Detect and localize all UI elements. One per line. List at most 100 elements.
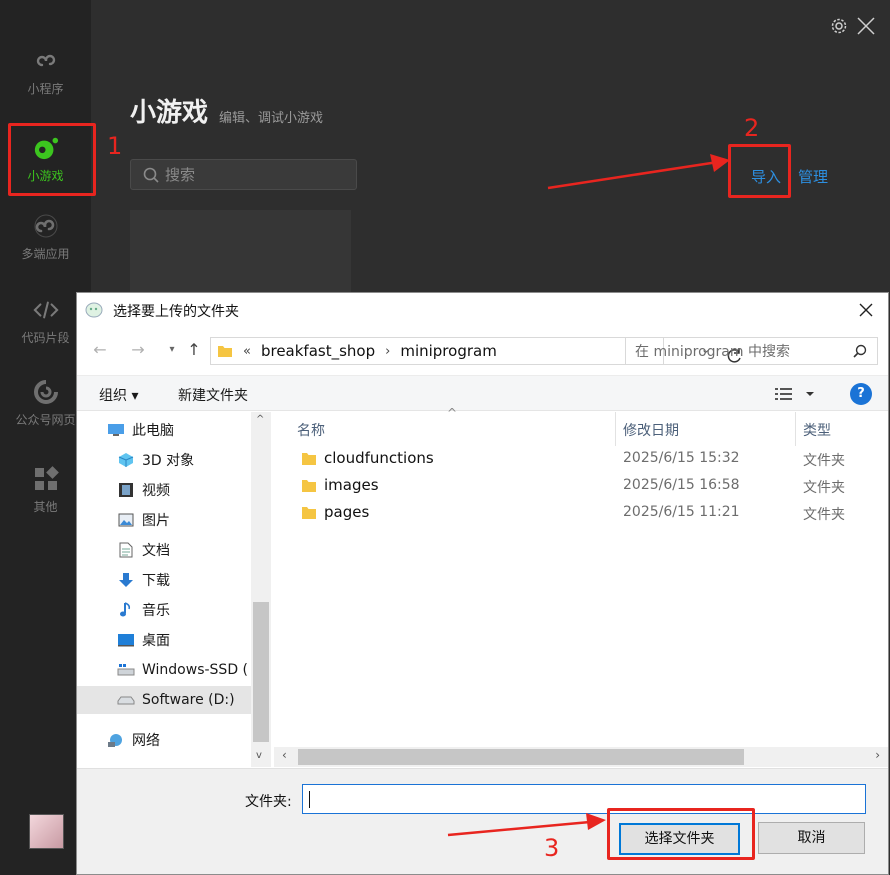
- downloads-icon: [117, 572, 135, 588]
- official-account-icon: [33, 379, 59, 405]
- recent-locations-chevron-icon[interactable]: ▾: [163, 341, 181, 359]
- file-type: 文件夹: [803, 480, 845, 496]
- breadcrumb-prefix: «: [243, 343, 251, 359]
- column-divider[interactable]: [615, 412, 616, 446]
- code-snippet-icon: [32, 297, 59, 323]
- sidebar-item-label: 公众号网页: [15, 412, 76, 427]
- scroll-up-icon[interactable]: ^: [256, 414, 264, 425]
- scroll-left-icon[interactable]: ‹: [282, 748, 287, 762]
- file-date: 2025/6/15 11:21: [623, 504, 740, 520]
- dialog-titlebar: 选择要上传的文件夹: [77, 293, 888, 329]
- network-icon: [107, 732, 125, 748]
- nav-item-this-pc[interactable]: 此电脑: [107, 416, 174, 444]
- page-subtitle: 编辑、调试小游戏: [219, 111, 324, 126]
- column-divider[interactable]: [795, 412, 796, 446]
- up-arrow-icon[interactable]: ↑: [185, 341, 203, 359]
- search-placeholder: 在 miniprogram 中搜索: [635, 344, 790, 360]
- multiplatform-icon: [33, 213, 59, 239]
- annotation-arrow-3: [447, 813, 606, 837]
- horizontal-scrollbar[interactable]: ‹ ›: [274, 747, 888, 767]
- documents-icon: [117, 542, 135, 558]
- sidebar-item-multiplatform[interactable]: 多端应用: [0, 202, 91, 272]
- file-row[interactable]: cloudfunctions 2025/6/15 15:32 文件夹: [274, 446, 888, 472]
- nav-item-documents[interactable]: 文档: [117, 536, 170, 564]
- back-arrow-icon[interactable]: ←: [91, 341, 109, 359]
- nav-item-3d-objects[interactable]: 3D 对象: [117, 446, 194, 474]
- nav-item-label: 网络: [132, 733, 160, 749]
- sidebar-item-label: 多端应用: [21, 246, 70, 261]
- column-header-name[interactable]: 名称: [297, 420, 325, 440]
- other-icon: [33, 465, 59, 492]
- manage-link[interactable]: 管理: [798, 166, 828, 187]
- view-options-icon[interactable]: [774, 386, 814, 406]
- project-search-input[interactable]: 搜索: [130, 159, 357, 190]
- file-row[interactable]: images 2025/6/15 16:58 文件夹: [274, 473, 888, 499]
- close-icon[interactable]: [858, 302, 874, 318]
- sidebar-item-label: 代码片段: [21, 330, 70, 345]
- nav-item-videos[interactable]: 视频: [117, 476, 170, 504]
- sidebar-item-label: 小程序: [27, 81, 64, 96]
- scrollbar-thumb[interactable]: [253, 602, 269, 742]
- help-icon[interactable]: ?: [850, 383, 872, 405]
- address-field[interactable]: « breakfast_shop › miniprogram ⌄: [210, 337, 741, 365]
- breadcrumb-item[interactable]: breakfast_shop: [261, 342, 375, 360]
- folder-icon: [302, 453, 316, 465]
- nav-item-pictures[interactable]: 图片: [117, 506, 170, 534]
- close-icon[interactable]: [856, 16, 876, 36]
- navigation-scrollbar[interactable]: ^ v: [251, 412, 271, 767]
- annotation-step-1: 1: [107, 132, 123, 160]
- nav-item-network[interactable]: 网络: [107, 726, 160, 754]
- gear-icon[interactable]: [830, 17, 848, 35]
- chevron-right-icon: ›: [385, 343, 391, 359]
- sidebar-item-miniprogram[interactable]: 小程序: [0, 37, 91, 107]
- column-header-date[interactable]: 修改日期: [623, 420, 679, 440]
- dialog-toolbar: 组织 ▾ 新建文件夹 ?: [77, 375, 888, 411]
- project-card[interactable]: [130, 210, 351, 295]
- page-title: 小游戏: [130, 98, 209, 128]
- drive-c-icon: [117, 662, 135, 678]
- nav-item-label: 下载: [142, 573, 170, 589]
- 3d-objects-icon: [117, 452, 135, 468]
- nav-item-label: Software (D:): [142, 692, 235, 708]
- file-row[interactable]: pages 2025/6/15 11:21 文件夹: [274, 500, 888, 526]
- file-list: ^ 名称 修改日期 类型 cloudfunctions 2025/6/15 15…: [274, 406, 888, 767]
- scrollbar-thumb[interactable]: [298, 749, 744, 765]
- annotation-box-1: [8, 123, 96, 196]
- nav-item-music[interactable]: 音乐: [117, 596, 170, 624]
- nav-item-software-d[interactable]: Software (D:): [77, 686, 251, 714]
- music-icon: [117, 602, 135, 618]
- nav-item-downloads[interactable]: 下载: [117, 566, 170, 594]
- sidebar-item-label: 其他: [33, 499, 58, 514]
- new-folder-button[interactable]: 新建文件夹: [178, 385, 248, 405]
- nav-item-windows-ssd[interactable]: Windows-SSD (: [117, 656, 248, 684]
- file-name: pages: [324, 503, 370, 521]
- folder-label: 文件夹:: [245, 794, 292, 810]
- nav-item-label: 音乐: [142, 603, 170, 619]
- text-caret: [309, 791, 310, 808]
- scroll-down-icon[interactable]: v: [256, 750, 262, 761]
- nav-item-label: 视频: [142, 483, 170, 499]
- forward-arrow-icon[interactable]: →: [129, 341, 147, 359]
- dialog-title: 选择要上传的文件夹: [113, 304, 239, 320]
- this-pc-icon: [107, 422, 125, 438]
- address-bar: ← → ▾ ↑ « breakfast_shop › miniprogram ⌄…: [77, 333, 888, 367]
- folder-picker-dialog: 选择要上传的文件夹 ← → ▾ ↑ « breakfast_shop › min…: [76, 292, 889, 875]
- file-date: 2025/6/15 16:58: [623, 477, 740, 493]
- file-date: 2025/6/15 15:32: [623, 450, 740, 466]
- search-placeholder: 搜索: [165, 166, 196, 184]
- breadcrumb-item[interactable]: miniprogram: [400, 342, 496, 360]
- file-name: cloudfunctions: [324, 449, 434, 467]
- nav-item-label: 图片: [142, 513, 170, 529]
- search-icon: [143, 167, 159, 183]
- nav-item-desktop[interactable]: 桌面: [117, 626, 170, 654]
- folder-search-input[interactable]: 在 miniprogram 中搜索: [625, 337, 878, 365]
- wechat-devtools-icon: [85, 302, 103, 318]
- folder-icon: [302, 480, 316, 492]
- cancel-button[interactable]: 取消: [758, 822, 865, 854]
- avatar[interactable]: [29, 814, 64, 849]
- organize-button[interactable]: 组织 ▾: [99, 385, 138, 405]
- scroll-right-icon[interactable]: ›: [875, 748, 880, 762]
- folder-icon: [218, 346, 232, 357]
- column-header-type[interactable]: 类型: [803, 420, 831, 440]
- videos-icon: [117, 482, 135, 498]
